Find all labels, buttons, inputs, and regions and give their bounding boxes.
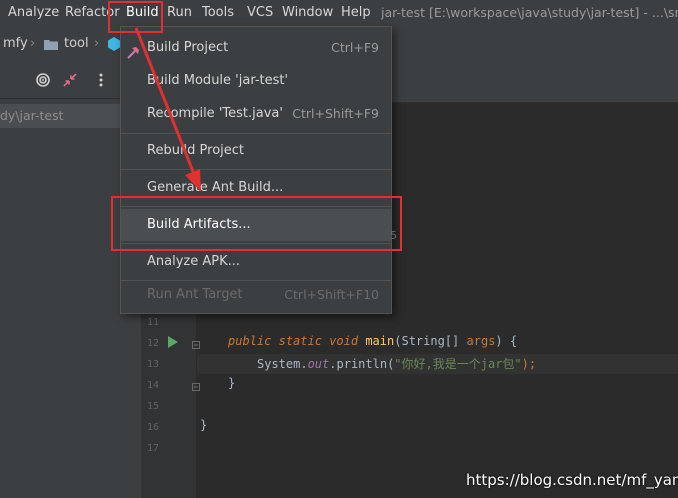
annotation-arrow bbox=[134, 27, 201, 192]
watermark: https://blog.csdn.net/mf_yang bbox=[466, 471, 678, 489]
